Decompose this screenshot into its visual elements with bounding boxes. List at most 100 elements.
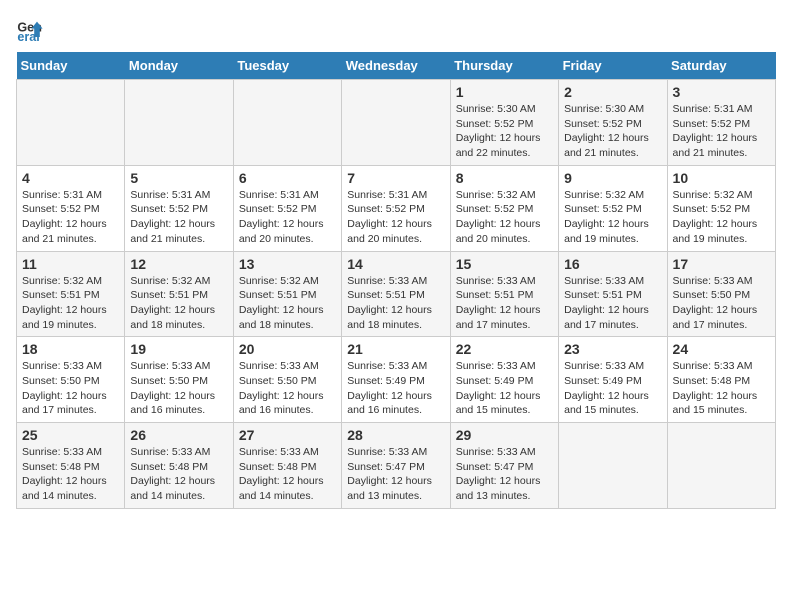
day-number: 18 bbox=[22, 341, 119, 357]
day-number: 11 bbox=[22, 256, 119, 272]
header-row: SundayMondayTuesdayWednesdayThursdayFrid… bbox=[17, 52, 776, 80]
day-number: 21 bbox=[347, 341, 444, 357]
calendar-cell: 17 Sunrise: 5:33 AM Sunset: 5:50 PM Dayli… bbox=[667, 251, 775, 337]
day-number: 17 bbox=[673, 256, 770, 272]
logo-icon: Gen eral bbox=[16, 16, 44, 44]
day-info: Sunrise: 5:32 AM Sunset: 5:52 PM Dayligh… bbox=[564, 188, 661, 247]
day-number: 19 bbox=[130, 341, 227, 357]
calendar-cell: 22 Sunrise: 5:33 AM Sunset: 5:49 PM Dayli… bbox=[450, 337, 558, 423]
calendar-cell bbox=[125, 80, 233, 166]
day-number: 3 bbox=[673, 84, 770, 100]
calendar-cell: 23 Sunrise: 5:33 AM Sunset: 5:49 PM Dayli… bbox=[559, 337, 667, 423]
calendar-cell: 19 Sunrise: 5:33 AM Sunset: 5:50 PM Dayli… bbox=[125, 337, 233, 423]
day-number: 22 bbox=[456, 341, 553, 357]
day-header-thursday: Thursday bbox=[450, 52, 558, 80]
calendar-cell: 21 Sunrise: 5:33 AM Sunset: 5:49 PM Dayli… bbox=[342, 337, 450, 423]
day-number: 13 bbox=[239, 256, 336, 272]
day-info: Sunrise: 5:33 AM Sunset: 5:48 PM Dayligh… bbox=[22, 445, 119, 504]
day-number: 2 bbox=[564, 84, 661, 100]
day-info: Sunrise: 5:33 AM Sunset: 5:49 PM Dayligh… bbox=[456, 359, 553, 418]
calendar-cell: 26 Sunrise: 5:33 AM Sunset: 5:48 PM Dayli… bbox=[125, 423, 233, 509]
calendar-cell: 7 Sunrise: 5:31 AM Sunset: 5:52 PM Daylig… bbox=[342, 165, 450, 251]
week-row-1: 1 Sunrise: 5:30 AM Sunset: 5:52 PM Daylig… bbox=[17, 80, 776, 166]
day-info: Sunrise: 5:32 AM Sunset: 5:52 PM Dayligh… bbox=[673, 188, 770, 247]
day-info: Sunrise: 5:33 AM Sunset: 5:49 PM Dayligh… bbox=[347, 359, 444, 418]
week-row-2: 4 Sunrise: 5:31 AM Sunset: 5:52 PM Daylig… bbox=[17, 165, 776, 251]
day-number: 15 bbox=[456, 256, 553, 272]
calendar-cell bbox=[17, 80, 125, 166]
calendar-cell: 29 Sunrise: 5:33 AM Sunset: 5:47 PM Dayli… bbox=[450, 423, 558, 509]
day-info: Sunrise: 5:32 AM Sunset: 5:51 PM Dayligh… bbox=[130, 274, 227, 333]
day-info: Sunrise: 5:31 AM Sunset: 5:52 PM Dayligh… bbox=[239, 188, 336, 247]
day-info: Sunrise: 5:32 AM Sunset: 5:51 PM Dayligh… bbox=[22, 274, 119, 333]
calendar-cell: 25Sunrise: 5:33 AM Sunset: 5:48 PM Dayli… bbox=[17, 423, 125, 509]
day-header-monday: Monday bbox=[125, 52, 233, 80]
calendar-cell bbox=[667, 423, 775, 509]
day-info: Sunrise: 5:31 AM Sunset: 5:52 PM Dayligh… bbox=[673, 102, 770, 161]
day-info: Sunrise: 5:33 AM Sunset: 5:50 PM Dayligh… bbox=[22, 359, 119, 418]
day-number: 1 bbox=[456, 84, 553, 100]
day-number: 9 bbox=[564, 170, 661, 186]
calendar-cell: 4 Sunrise: 5:31 AM Sunset: 5:52 PM Daylig… bbox=[17, 165, 125, 251]
calendar-cell bbox=[559, 423, 667, 509]
day-info: Sunrise: 5:33 AM Sunset: 5:51 PM Dayligh… bbox=[347, 274, 444, 333]
day-number: 20 bbox=[239, 341, 336, 357]
calendar-cell: 16Sunrise: 5:33 AM Sunset: 5:51 PM Dayli… bbox=[559, 251, 667, 337]
day-number: 29 bbox=[456, 427, 553, 443]
calendar-cell bbox=[342, 80, 450, 166]
calendar-cell: 20Sunrise: 5:33 AM Sunset: 5:50 PM Dayli… bbox=[233, 337, 341, 423]
calendar-cell: 8Sunrise: 5:32 AM Sunset: 5:52 PM Daylig… bbox=[450, 165, 558, 251]
day-info: Sunrise: 5:33 AM Sunset: 5:50 PM Dayligh… bbox=[673, 274, 770, 333]
day-number: 23 bbox=[564, 341, 661, 357]
day-number: 12 bbox=[130, 256, 227, 272]
day-number: 5 bbox=[130, 170, 227, 186]
day-number: 4 bbox=[22, 170, 119, 186]
calendar-cell bbox=[233, 80, 341, 166]
day-header-wednesday: Wednesday bbox=[342, 52, 450, 80]
day-info: Sunrise: 5:31 AM Sunset: 5:52 PM Dayligh… bbox=[347, 188, 444, 247]
week-row-3: 11 Sunrise: 5:32 AM Sunset: 5:51 PM Dayli… bbox=[17, 251, 776, 337]
day-number: 6 bbox=[239, 170, 336, 186]
calendar-cell: 9 Sunrise: 5:32 AM Sunset: 5:52 PM Daylig… bbox=[559, 165, 667, 251]
calendar-cell: 12 Sunrise: 5:32 AM Sunset: 5:51 PM Dayli… bbox=[125, 251, 233, 337]
day-info: Sunrise: 5:30 AM Sunset: 5:52 PM Dayligh… bbox=[564, 102, 661, 161]
day-info: Sunrise: 5:33 AM Sunset: 5:51 PM Dayligh… bbox=[456, 274, 553, 333]
calendar-cell: 14 Sunrise: 5:33 AM Sunset: 5:51 PM Dayli… bbox=[342, 251, 450, 337]
calendar-table: SundayMondayTuesdayWednesdayThursdayFrid… bbox=[16, 52, 776, 509]
calendar-cell: 18 Sunrise: 5:33 AM Sunset: 5:50 PM Dayli… bbox=[17, 337, 125, 423]
calendar-cell: 28 Sunrise: 5:33 AM Sunset: 5:47 PM Dayli… bbox=[342, 423, 450, 509]
day-info: Sunrise: 5:30 AM Sunset: 5:52 PM Dayligh… bbox=[456, 102, 553, 161]
day-info: Sunrise: 5:33 AM Sunset: 5:48 PM Dayligh… bbox=[673, 359, 770, 418]
day-header-sunday: Sunday bbox=[17, 52, 125, 80]
page-header: Gen eral bbox=[16, 16, 776, 44]
day-header-saturday: Saturday bbox=[667, 52, 775, 80]
day-info: Sunrise: 5:33 AM Sunset: 5:49 PM Dayligh… bbox=[564, 359, 661, 418]
day-info: Sunrise: 5:32 AM Sunset: 5:51 PM Dayligh… bbox=[239, 274, 336, 333]
day-number: 14 bbox=[347, 256, 444, 272]
day-info: Sunrise: 5:33 AM Sunset: 5:48 PM Dayligh… bbox=[239, 445, 336, 504]
day-number: 28 bbox=[347, 427, 444, 443]
week-row-5: 25Sunrise: 5:33 AM Sunset: 5:48 PM Dayli… bbox=[17, 423, 776, 509]
day-header-tuesday: Tuesday bbox=[233, 52, 341, 80]
day-number: 26 bbox=[130, 427, 227, 443]
day-info: Sunrise: 5:31 AM Sunset: 5:52 PM Dayligh… bbox=[22, 188, 119, 247]
day-number: 16 bbox=[564, 256, 661, 272]
logo: Gen eral bbox=[16, 16, 48, 44]
calendar-cell: 15 Sunrise: 5:33 AM Sunset: 5:51 PM Dayli… bbox=[450, 251, 558, 337]
day-number: 10 bbox=[673, 170, 770, 186]
week-row-4: 18 Sunrise: 5:33 AM Sunset: 5:50 PM Dayli… bbox=[17, 337, 776, 423]
calendar-cell: 11 Sunrise: 5:32 AM Sunset: 5:51 PM Dayli… bbox=[17, 251, 125, 337]
day-info: Sunrise: 5:33 AM Sunset: 5:47 PM Dayligh… bbox=[456, 445, 553, 504]
calendar-cell: 6 Sunrise: 5:31 AM Sunset: 5:52 PM Daylig… bbox=[233, 165, 341, 251]
day-number: 8 bbox=[456, 170, 553, 186]
calendar-cell: 3 Sunrise: 5:31 AM Sunset: 5:52 PM Daylig… bbox=[667, 80, 775, 166]
calendar-cell: 13 Sunrise: 5:32 AM Sunset: 5:51 PM Dayli… bbox=[233, 251, 341, 337]
calendar-cell: 2 Sunrise: 5:30 AM Sunset: 5:52 PM Daylig… bbox=[559, 80, 667, 166]
day-info: Sunrise: 5:33 AM Sunset: 5:48 PM Dayligh… bbox=[130, 445, 227, 504]
day-number: 7 bbox=[347, 170, 444, 186]
day-number: 24 bbox=[673, 341, 770, 357]
calendar-cell: 27Sunrise: 5:33 AM Sunset: 5:48 PM Dayli… bbox=[233, 423, 341, 509]
day-info: Sunrise: 5:33 AM Sunset: 5:47 PM Dayligh… bbox=[347, 445, 444, 504]
calendar-cell: 24 Sunrise: 5:33 AM Sunset: 5:48 PM Dayli… bbox=[667, 337, 775, 423]
day-info: Sunrise: 5:33 AM Sunset: 5:50 PM Dayligh… bbox=[130, 359, 227, 418]
